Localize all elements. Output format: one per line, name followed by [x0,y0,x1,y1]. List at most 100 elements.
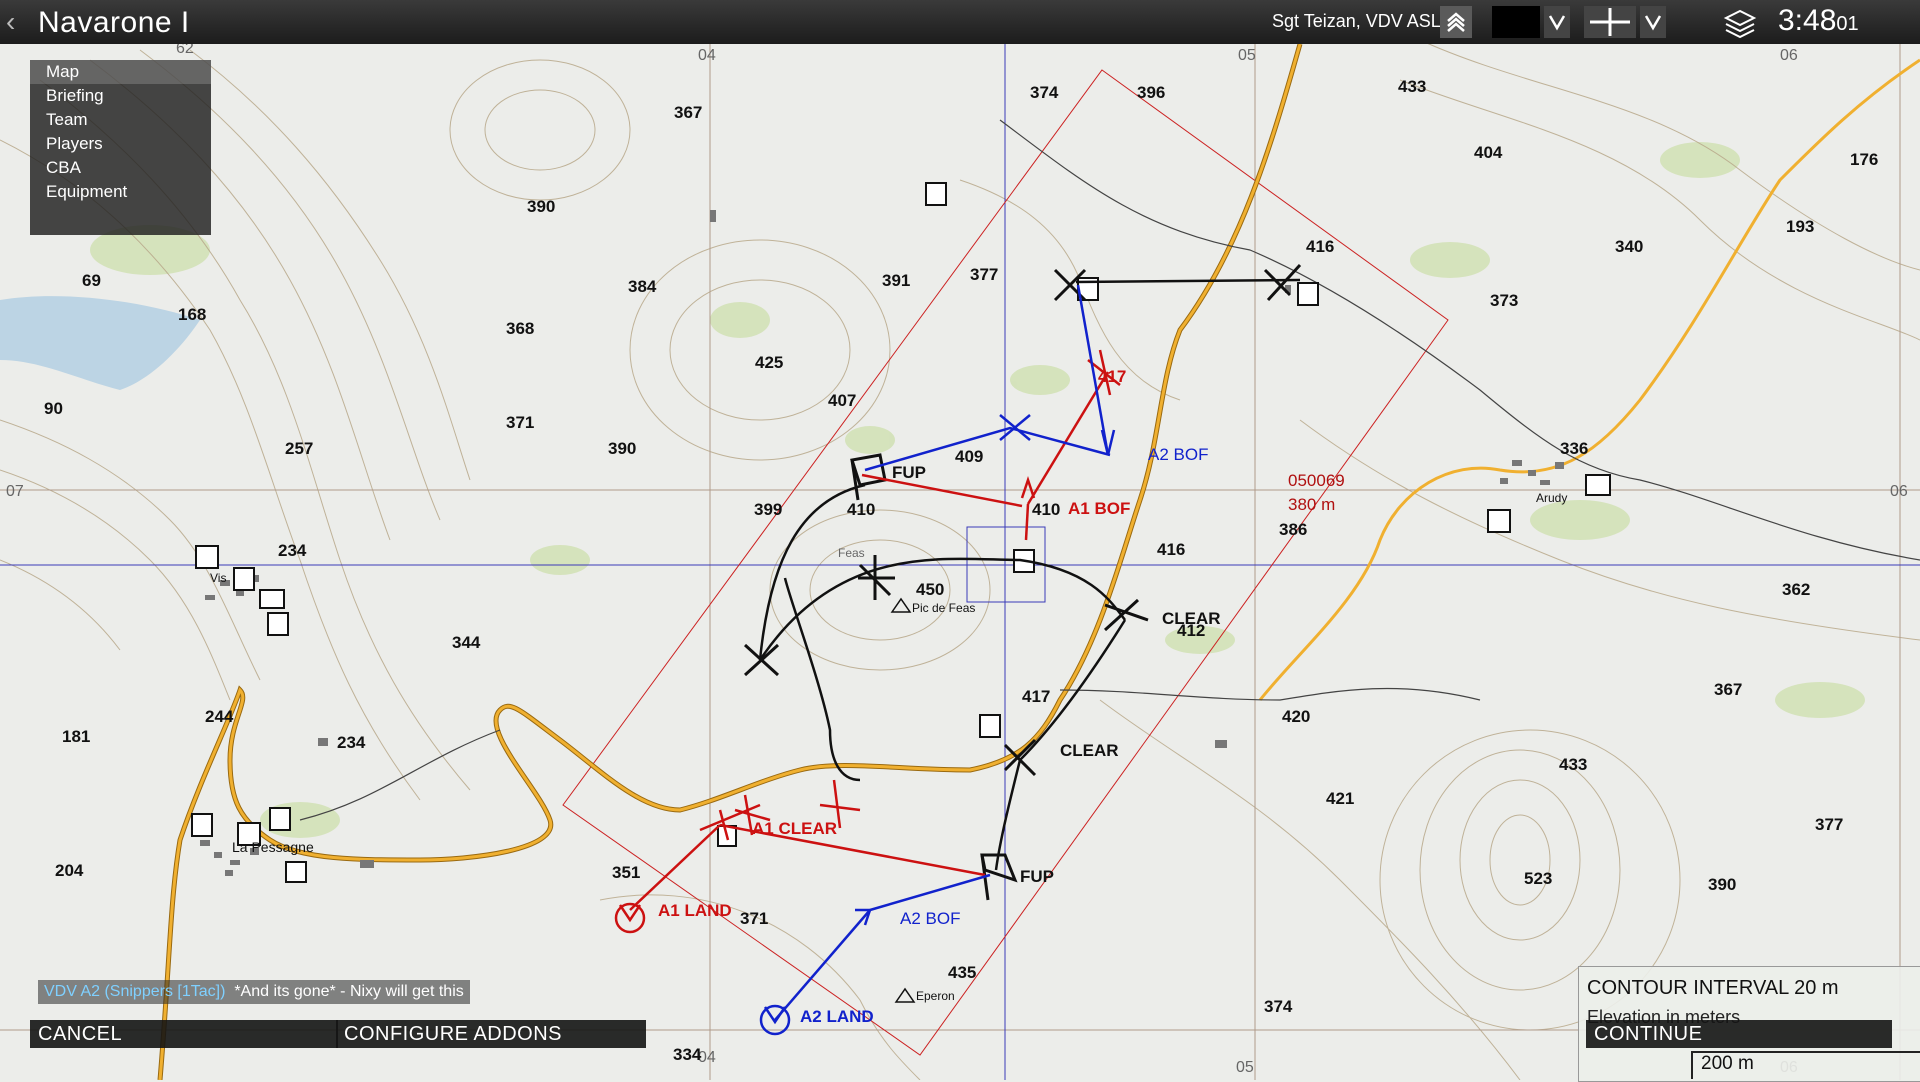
hospital-icon [195,545,219,569]
building-icon [1585,474,1611,496]
elevation-label: 390 [1708,875,1736,894]
elevation-label: 386 [1279,520,1307,539]
continue-button[interactable]: CONTINUE [1586,1020,1892,1048]
marker-label-clear: CLEAR [1162,609,1221,628]
chat-text: *And its gone* - Nixy will get this [234,983,464,1000]
menu-item-map[interactable]: Map [30,60,211,84]
building-icon [233,567,255,591]
elevation-label: 399 [754,500,782,519]
elevation-label: 336 [1560,439,1588,458]
elevation-label: 176 [1850,150,1878,169]
elevation-label: 204 [55,861,84,880]
elevation-label: 181 [62,727,90,746]
elevation-label: 433 [1559,755,1587,774]
cancel-button[interactable]: CANCEL [30,1020,338,1048]
elevation-label: 523 [1524,869,1552,888]
elevation-label: 404 [1474,143,1503,162]
contour-interval: CONTOUR INTERVAL 20 m [1587,977,1839,999]
building-icon [1297,282,1319,306]
elevation-label: 377 [970,265,998,284]
marker-label-a1-bof: A1 BOF [1068,499,1130,518]
elevation-label: 433 [1398,77,1426,96]
elevation-label: 193 [1786,217,1814,236]
grid-label: 06 [1780,47,1798,64]
configure-addons-button[interactable]: CONFIGURE ADDONS [336,1020,646,1048]
grid-label: 04 [698,47,716,64]
elevation-label: 416 [1157,540,1185,559]
grid-label: 06 [1890,483,1908,500]
layers-icon[interactable] [1722,6,1758,39]
elevation-label: 417 [1022,687,1050,706]
elevation-label: 340 [1615,237,1643,256]
mission-time-seconds: 01 [1836,13,1859,35]
place-label: Eperon [916,989,955,1003]
elevation-label: 407 [828,391,856,410]
chat-message: VDV A2 (Snippers [1Tac]) *And its gone* … [38,980,470,1004]
elevation-label: 420 [1282,707,1310,726]
elevation-label: 367 [674,103,702,122]
elevation-label: 435 [948,963,976,982]
grid-label: 05 [1238,47,1256,64]
elevation-label: 391 [882,271,910,290]
top-bar: ‹ Navarone I Sgt Teizan, VDV ASL 1 3:480… [0,0,1920,44]
fuel-icon [285,861,307,883]
elevation-label: 384 [628,277,657,296]
hospital-icon [1487,509,1511,533]
marker-label-clear: CLEAR [1060,741,1119,760]
menu-item-equipment[interactable]: Equipment [30,180,211,204]
menu-item-team[interactable]: Team [30,108,211,132]
scale-label: 200 m [1701,1053,1754,1074]
chat-sender: VDV A2 (Snippers [1Tac]) [44,983,226,1000]
grid-reference: 050069 [1288,471,1345,490]
building-icon [267,612,289,636]
marker-color-select[interactable] [1492,6,1540,38]
elevation-label: 244 [205,707,234,726]
elevation-label: 90 [44,399,63,418]
elevation-label: 410 [847,500,875,519]
menu-item-players[interactable]: Players [30,132,211,156]
elevation-label: 377 [1815,815,1843,834]
side-menu: Map Briefing Team Players CBA Equipment [30,60,211,235]
elevation-label: 390 [527,197,555,216]
map-canvas[interactable]: 04 05 06 07 06 62 04 05 06 367 374 396 4… [0,0,1920,1080]
elevation-label: 425 [755,353,783,372]
elevation-label: 410 [1032,500,1060,519]
distance-readout: 380 m [1288,495,1335,514]
place-label: Feas [838,546,865,560]
elevation-label: 367 [1714,680,1742,699]
menu-item-briefing[interactable]: Briefing [30,84,211,108]
rank-chevron-icon[interactable] [1440,6,1472,38]
building-icon [269,807,291,831]
elevation-label: 351 [612,863,640,882]
color-chevron-down-icon[interactable] [1544,6,1570,38]
marker-label-fup: FUP [892,463,926,482]
menu-item-cba[interactable]: CBA [30,156,211,180]
marker-label-a2-bof: A2 BOF [1148,445,1208,464]
grid-label: 05 [1236,1059,1254,1076]
elevation-label: 168 [178,305,206,324]
marker-label-a2-bof: A2 BOF [900,909,960,928]
marker-cross-icon[interactable] [1584,6,1636,38]
elevation-label: 371 [506,413,534,432]
building-icon [979,714,1001,738]
grid-label: 07 [6,483,24,500]
place-label: Arudy [1536,491,1567,505]
back-arrow-icon[interactable]: ‹ [6,6,15,38]
elevation-label: 374 [1264,997,1293,1016]
elevation-label: 416 [1306,237,1334,256]
player-name: Sgt Teizan, VDV ASL 1 [1272,11,1456,31]
map-title: Navarone I [38,6,190,39]
building-icon [925,182,947,206]
elevation-label: 371 [740,909,768,928]
marker-label-a1-land: A1 LAND [658,901,732,920]
marker-label-fup: FUP [1020,867,1054,886]
mission-time: 3:4801 [1778,4,1859,37]
elevation-label: 257 [285,439,313,458]
elevation-label: 390 [608,439,636,458]
elevation-label: 362 [1782,580,1810,599]
elevation-label: 373 [1490,291,1518,310]
elevation-label: 234 [337,733,366,752]
elevation-label: 344 [452,633,481,652]
place-label: Pic de Feas [912,601,975,615]
marker-chevron-down-icon[interactable] [1640,6,1666,38]
